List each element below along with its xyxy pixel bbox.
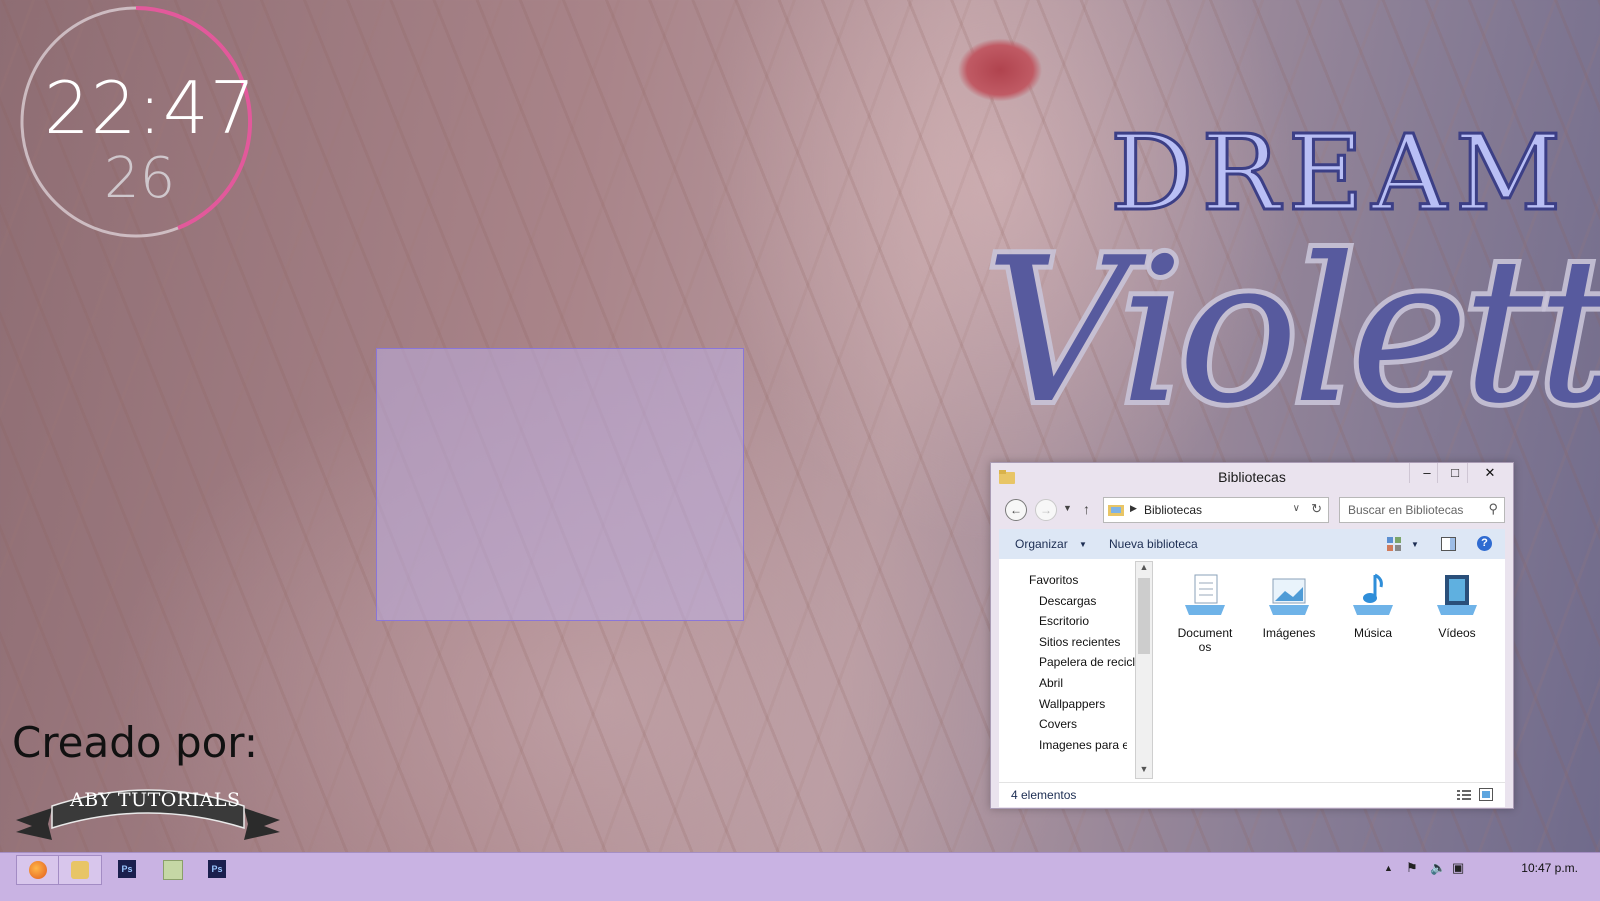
action-center-flag-icon[interactable]: ⚑ bbox=[1406, 860, 1418, 876]
explorer-window[interactable]: Bibliotecas – □ ✕ ← → ▼ ↑ ▶ Bibliotecas … bbox=[990, 462, 1514, 809]
clock-time: 22:47 bbox=[44, 66, 257, 150]
refresh-icon[interactable]: ↻ bbox=[1311, 501, 1322, 517]
scroll-up-icon[interactable]: ▲ bbox=[1136, 562, 1152, 576]
photoshop-icon[interactable]: Ps bbox=[208, 860, 226, 878]
photoshop-icon[interactable]: Ps bbox=[118, 860, 136, 878]
search-icon[interactable]: ⚲ bbox=[1488, 501, 1498, 517]
navigation-pane: ★ Favoritos Descargas Escritorio Sitios … bbox=[999, 559, 1153, 782]
tree-item-downloads[interactable]: Descargas bbox=[1039, 594, 1145, 608]
tree-item-recent[interactable]: Sitios recientes bbox=[1039, 635, 1145, 649]
new-library-button[interactable]: Nueva biblioteca bbox=[1109, 537, 1198, 551]
library-folder-icon bbox=[1108, 505, 1124, 516]
taskbar-explorer-button[interactable] bbox=[58, 855, 102, 885]
pictures-library-icon bbox=[1269, 578, 1309, 615]
status-bar: 4 elementos bbox=[999, 782, 1505, 807]
address-dropdown-icon[interactable]: ∨ bbox=[1293, 503, 1300, 514]
tree-item-covers[interactable]: Covers bbox=[1039, 717, 1145, 731]
large-icons-view-icon[interactable] bbox=[1479, 788, 1493, 801]
show-hidden-icons-icon[interactable]: ▲ bbox=[1384, 863, 1393, 873]
firefox-icon bbox=[29, 861, 47, 879]
scroll-down-icon[interactable]: ▼ bbox=[1136, 764, 1152, 778]
help-icon[interactable]: ? bbox=[1477, 536, 1492, 551]
organize-dropdown-icon[interactable]: ▼ bbox=[1079, 540, 1087, 549]
change-view-icon[interactable] bbox=[1387, 537, 1401, 551]
close-button[interactable]: ✕ bbox=[1467, 463, 1512, 483]
address-bar[interactable]: ▶ Bibliotecas ∨ ↻ bbox=[1103, 497, 1329, 523]
tree-item-abril[interactable]: Abril bbox=[1039, 676, 1145, 690]
credit-ribbon-text: ABY TUTORIALS bbox=[70, 789, 241, 811]
scroll-thumb[interactable] bbox=[1138, 578, 1150, 654]
history-dropdown-icon[interactable]: ▼ bbox=[1063, 503, 1072, 513]
breadcrumb-chevron-icon: ▶ bbox=[1130, 503, 1137, 513]
taskbar-firefox-button[interactable] bbox=[16, 855, 60, 885]
network-icon[interactable]: ▣ bbox=[1452, 860, 1464, 876]
library-pictures[interactable]: Imágenes bbox=[1251, 573, 1327, 640]
library-music[interactable]: Música bbox=[1335, 573, 1411, 640]
address-text: Bibliotecas bbox=[1144, 503, 1203, 517]
command-bar: Organizar ▼ Nueva biblioteca ▼ ? bbox=[999, 529, 1505, 559]
content-area: ★ Favoritos Descargas Escritorio Sitios … bbox=[999, 559, 1505, 782]
tree-item-wallpappers[interactable]: Wallpappers bbox=[1039, 697, 1145, 711]
documents-library-icon bbox=[1185, 574, 1225, 615]
desktop-selection-rectangle bbox=[376, 348, 744, 621]
clock-seconds: 26 bbox=[104, 146, 176, 211]
taskbar-clock[interactable]: 10:47 p.m. bbox=[1521, 861, 1578, 875]
window-titlebar[interactable]: Bibliotecas – □ ✕ bbox=[991, 463, 1513, 491]
organize-button[interactable]: Organizar bbox=[1015, 537, 1068, 551]
file-explorer-icon bbox=[71, 861, 89, 879]
details-view-icon[interactable] bbox=[1457, 789, 1471, 801]
preview-pane-icon[interactable] bbox=[1441, 537, 1456, 551]
tree-item-desktop[interactable]: Escritorio bbox=[1039, 614, 1145, 628]
tree-item-favorites[interactable]: ★ Favoritos bbox=[1029, 573, 1135, 587]
videos-library-icon bbox=[1437, 575, 1477, 615]
library-documents[interactable]: Document os bbox=[1167, 573, 1243, 654]
notepad-icon[interactable] bbox=[163, 860, 183, 880]
up-arrow-icon[interactable]: ↑ bbox=[1083, 501, 1090, 517]
tree-item-recycle-bin[interactable]: Papelera de reciclaje bbox=[1039, 655, 1145, 669]
search-box[interactable]: Buscar en Bibliotecas ⚲ bbox=[1339, 497, 1505, 523]
tree-scrollbar[interactable]: ▲ ▼ bbox=[1135, 561, 1153, 779]
status-item-count: 4 elementos bbox=[1011, 788, 1077, 802]
volume-icon[interactable]: 🔈 bbox=[1430, 860, 1446, 876]
wallpaper-title-violett: Violett bbox=[980, 210, 1600, 453]
library-videos[interactable]: Vídeos bbox=[1419, 573, 1495, 640]
wallpaper-lips bbox=[950, 0, 1080, 150]
search-placeholder: Buscar en Bibliotecas bbox=[1348, 503, 1464, 517]
taskbar: Ps Ps ▲ ⚑ 🔈 ▣ 10:47 p.m. bbox=[0, 852, 1600, 901]
forward-arrow-icon[interactable]: → bbox=[1035, 499, 1057, 521]
tree-item-imagenes[interactable]: Imagenes para edit bbox=[1039, 738, 1127, 752]
navigation-bar: ← → ▼ ↑ ▶ Bibliotecas ∨ ↻ Buscar en Bibl… bbox=[999, 495, 1505, 525]
credit-label: Creado por: bbox=[12, 718, 258, 767]
back-arrow-icon[interactable]: ← bbox=[1005, 499, 1027, 521]
view-dropdown-icon[interactable]: ▼ bbox=[1411, 540, 1419, 549]
music-library-icon bbox=[1353, 573, 1393, 615]
